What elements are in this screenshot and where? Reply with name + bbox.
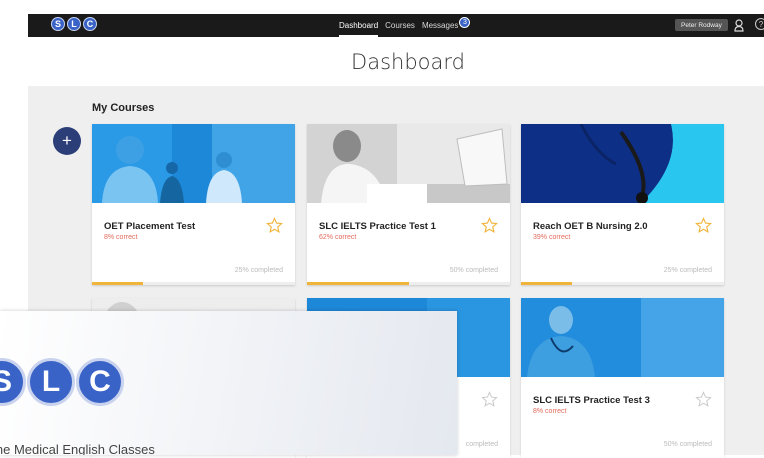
nav-dashboard[interactable]: Dashboard — [339, 14, 379, 37]
course-title[interactable]: OET Placement Test — [104, 221, 195, 232]
favorite-star-icon[interactable] — [695, 391, 712, 408]
course-completion-text: 25% completed — [663, 267, 712, 274]
course-completion-text: completed — [465, 441, 498, 448]
add-course-button[interactable]: + — [53, 127, 81, 155]
logo-letter-c: C — [76, 358, 124, 406]
course-completion-text: 50% completed — [449, 267, 498, 274]
logo-letter-s: S — [0, 358, 26, 406]
page-title: Dashboard — [351, 50, 465, 74]
messages-count-badge: 3 — [459, 17, 471, 28]
course-score: 39% correct — [533, 234, 571, 241]
course-image — [307, 124, 510, 203]
slc-splash-overlay: S L C ine Medical English Classes — [0, 311, 457, 455]
course-image — [521, 124, 724, 203]
progress-fill — [92, 282, 143, 285]
course-score: 62% correct — [319, 234, 357, 241]
course-image — [92, 124, 295, 203]
nav-courses[interactable]: Courses — [385, 14, 415, 37]
progress-fill — [521, 282, 572, 285]
course-score: 8% correct — [104, 234, 138, 241]
top-navigation-bar: S L C Dashboard Courses Messages 3 Peter… — [28, 14, 764, 37]
course-title[interactable]: Reach OET B Nursing 2.0 — [533, 221, 648, 232]
course-card[interactable]: SLC IELTS Practice Test 1 62% correct 50… — [307, 124, 510, 285]
user-icon[interactable] — [734, 19, 744, 32]
logo-letter-l: L — [27, 358, 75, 406]
main-nav: Dashboard Courses Messages 3 — [339, 14, 471, 37]
logo-letter-c: C — [83, 17, 97, 31]
splash-tagline: ine Medical English Classes — [0, 442, 155, 455]
help-icon[interactable]: ? — [755, 18, 764, 30]
course-completion-text: 25% completed — [234, 267, 283, 274]
nav-messages-label: Messages — [421, 21, 459, 30]
course-completion-text: 50% completed — [663, 441, 712, 448]
course-card[interactable]: Reach OET B Nursing 2.0 39% correct 25% … — [521, 124, 724, 285]
favorite-star-icon[interactable] — [266, 217, 283, 234]
course-card[interactable]: OET Placement Test 8% correct 25% comple… — [92, 124, 295, 285]
course-title[interactable]: SLC IELTS Practice Test 1 — [319, 221, 436, 232]
course-score: 8% correct — [533, 408, 567, 415]
course-image — [521, 298, 724, 377]
course-title[interactable]: SLC IELTS Practice Test 3 — [533, 395, 650, 406]
user-name-button[interactable]: Peter Rodway — [675, 19, 728, 31]
slc-logo[interactable]: S L C — [51, 17, 97, 31]
slc-large-logo: S L C — [0, 358, 124, 406]
nav-messages[interactable]: Messages 3 — [421, 14, 471, 37]
logo-letter-l: L — [67, 17, 81, 31]
my-courses-heading: My Courses — [92, 102, 155, 114]
logo-letter-s: S — [51, 17, 65, 31]
favorite-star-icon[interactable] — [481, 391, 498, 408]
favorite-star-icon[interactable] — [481, 217, 498, 234]
course-card[interactable]: SLC IELTS Practice Test 3 8% correct 50%… — [521, 298, 724, 458]
progress-fill — [307, 282, 409, 285]
favorite-star-icon[interactable] — [695, 217, 712, 234]
